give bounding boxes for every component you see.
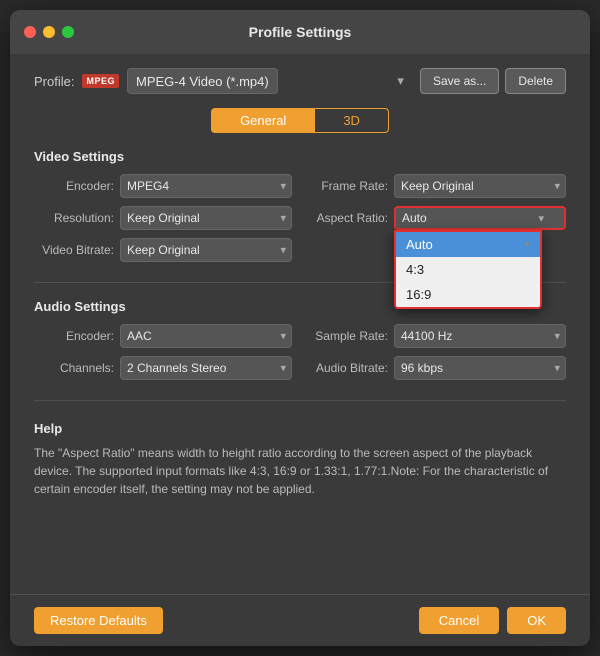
audio-encoder-label: Encoder: — [34, 329, 114, 343]
encoder-label: Encoder: — [34, 179, 114, 193]
video-bitrate-select-wrapper: Keep Original — [120, 238, 292, 262]
tabs-row: General 3D — [34, 108, 566, 133]
encoder-select-wrapper: MPEG4 — [120, 174, 292, 198]
traffic-lights — [24, 26, 74, 38]
restore-defaults-button[interactable]: Restore Defaults — [34, 607, 163, 634]
tab-general[interactable]: General — [211, 108, 314, 133]
resolution-select[interactable]: Keep Original — [120, 206, 292, 230]
profile-select-wrapper: MPEG-4 Video (*.mp4) — [127, 68, 412, 94]
audio-bitrate-select-wrapper: 96 kbps — [394, 356, 566, 380]
aspect-option-chevron: ▾ — [524, 238, 530, 251]
channels-row: Channels: 2 Channels Stereo — [34, 356, 292, 380]
video-settings-grid: Encoder: MPEG4 Frame Rate: Keep Original — [34, 174, 566, 262]
close-button[interactable] — [24, 26, 36, 38]
aspect-option-auto[interactable]: Auto ▾ — [396, 232, 540, 257]
aspect-ratio-value: Auto — [402, 211, 427, 225]
frame-rate-row: Frame Rate: Keep Original — [308, 174, 566, 198]
encoder-row: Encoder: MPEG4 — [34, 174, 292, 198]
sample-rate-label: Sample Rate: — [308, 329, 388, 343]
aspect-option-43-label: 4:3 — [406, 262, 424, 277]
audio-encoder-row: Encoder: AAC — [34, 324, 292, 348]
audio-bitrate-label: Audio Bitrate: — [308, 361, 388, 375]
frame-rate-label: Frame Rate: — [308, 179, 388, 193]
aspect-option-169[interactable]: 16:9 — [396, 282, 540, 307]
titlebar: Profile Settings — [10, 10, 590, 54]
main-content: Profile: MPEG MPEG-4 Video (*.mp4) Save … — [10, 54, 590, 594]
audio-settings-grid: Encoder: AAC Sample Rate: 44100 Hz — [34, 324, 566, 380]
ok-button[interactable]: OK — [507, 607, 566, 634]
help-text: The "Aspect Ratio" means width to height… — [34, 444, 566, 498]
aspect-option-43[interactable]: 4:3 — [396, 257, 540, 282]
help-title: Help — [34, 421, 566, 436]
profile-select[interactable]: MPEG-4 Video (*.mp4) — [127, 68, 278, 94]
window-title: Profile Settings — [249, 24, 352, 40]
video-settings-section: Video Settings Encoder: MPEG4 Frame Rate… — [34, 149, 566, 262]
resolution-label: Resolution: — [34, 211, 114, 225]
video-settings-title: Video Settings — [34, 149, 566, 164]
aspect-ratio-dropdown: Auto ▾ 4:3 16:9 — [394, 230, 542, 309]
aspect-option-169-label: 16:9 — [406, 287, 431, 302]
profile-settings-window: Profile Settings Profile: MPEG MPEG-4 Vi… — [10, 10, 590, 646]
profile-buttons: Save as... Delete — [420, 68, 566, 94]
audio-bitrate-row: Audio Bitrate: 96 kbps — [308, 356, 566, 380]
footer-right: Cancel OK — [419, 607, 566, 634]
divider-2 — [34, 400, 566, 401]
aspect-option-auto-label: Auto — [406, 237, 433, 252]
audio-bitrate-select[interactable]: 96 kbps — [394, 356, 566, 380]
aspect-ratio-trigger[interactable]: Auto ▾ — [394, 206, 566, 230]
audio-encoder-select-wrapper: AAC — [120, 324, 292, 348]
frame-rate-select-wrapper: Keep Original — [394, 174, 566, 198]
video-bitrate-select[interactable]: Keep Original — [120, 238, 292, 262]
profile-row: Profile: MPEG MPEG-4 Video (*.mp4) Save … — [34, 68, 566, 94]
maximize-button[interactable] — [62, 26, 74, 38]
channels-select[interactable]: 2 Channels Stereo — [120, 356, 292, 380]
profile-icon: MPEG — [82, 74, 119, 88]
cancel-button[interactable]: Cancel — [419, 607, 499, 634]
resolution-row: Resolution: Keep Original — [34, 206, 292, 230]
video-bitrate-label: Video Bitrate: — [34, 243, 114, 257]
sample-rate-select[interactable]: 44100 Hz — [394, 324, 566, 348]
resolution-select-wrapper: Keep Original — [120, 206, 292, 230]
delete-button[interactable]: Delete — [505, 68, 566, 94]
channels-label: Channels: — [34, 361, 114, 375]
sample-rate-row: Sample Rate: 44100 Hz — [308, 324, 566, 348]
aspect-ratio-chevron: ▾ — [538, 212, 544, 225]
video-bitrate-row: Video Bitrate: Keep Original — [34, 238, 292, 262]
footer: Restore Defaults Cancel OK — [10, 594, 590, 646]
help-section: Help The "Aspect Ratio" means width to h… — [34, 421, 566, 498]
save-as-button[interactable]: Save as... — [420, 68, 499, 94]
profile-label: Profile: — [34, 74, 74, 89]
tab-3d[interactable]: 3D — [314, 108, 389, 133]
frame-rate-select[interactable]: Keep Original — [394, 174, 566, 198]
encoder-select[interactable]: MPEG4 — [120, 174, 292, 198]
audio-settings-section: Audio Settings Encoder: AAC Sample Rate:… — [34, 299, 566, 380]
aspect-ratio-label: Aspect Ratio: — [308, 211, 388, 225]
audio-encoder-select[interactable]: AAC — [120, 324, 292, 348]
sample-rate-select-wrapper: 44100 Hz — [394, 324, 566, 348]
channels-select-wrapper: 2 Channels Stereo — [120, 356, 292, 380]
minimize-button[interactable] — [43, 26, 55, 38]
aspect-ratio-row: Aspect Ratio: Auto ▾ Auto ▾ — [308, 206, 566, 230]
